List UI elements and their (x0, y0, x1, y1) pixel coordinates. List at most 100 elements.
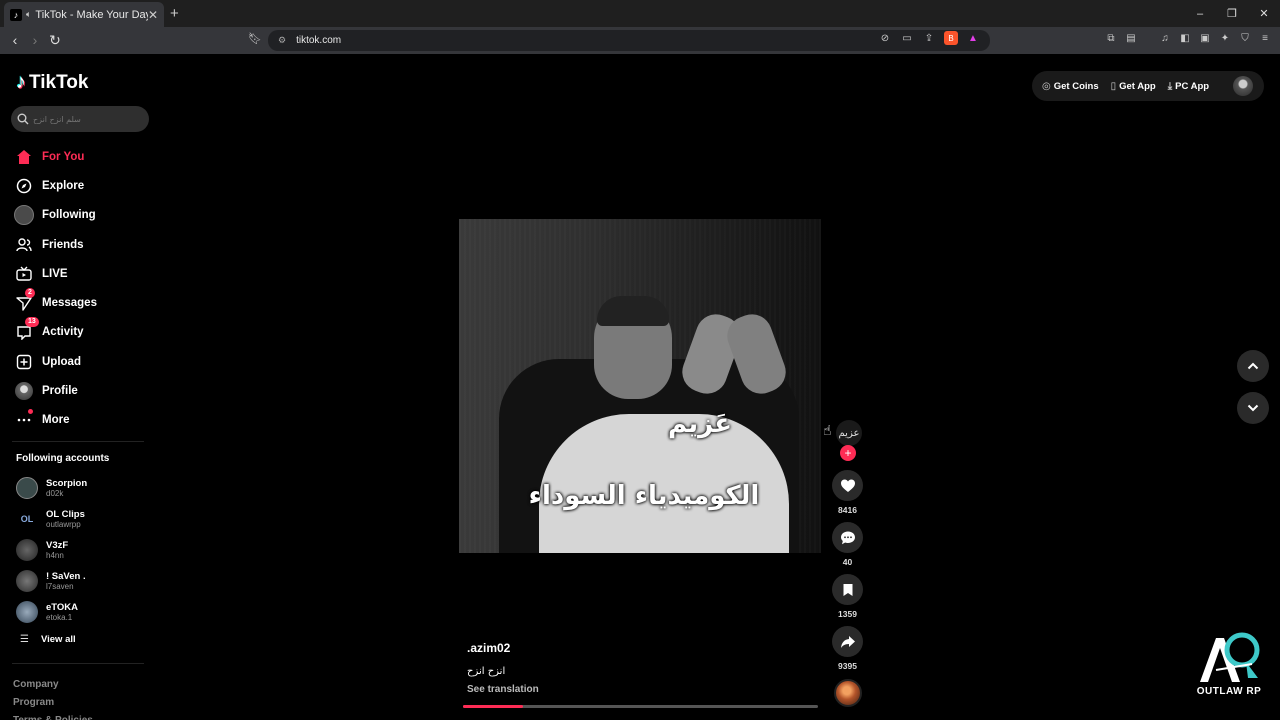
forward-icon[interactable]: › (26, 31, 44, 49)
nav-item-explore[interactable]: Explore (14, 171, 154, 200)
leo-ai-icon[interactable]: ✦ (1218, 31, 1232, 45)
messages-badge: 2 (25, 288, 35, 299)
account-item[interactable]: OL OL Clips outlawrpp (16, 504, 156, 535)
tiktok-page: ♪ TikTok For You Explore Following (0, 54, 1280, 720)
account-item[interactable]: V3zF h4nn (16, 535, 156, 566)
tab-close-icon[interactable]: ✕ (148, 8, 158, 22)
sidebar-nav: For You Explore Following Friends LIVE 2… (14, 142, 154, 435)
pc-app-label: PC App (1175, 80, 1210, 92)
like-button[interactable] (832, 470, 863, 501)
brave-rewards-icon[interactable]: ▲ (966, 31, 980, 45)
back-icon[interactable]: ‹ (6, 31, 24, 49)
home-icon (14, 147, 34, 167)
account-name: Scorpion (46, 478, 88, 490)
account-handle: outlawrpp (46, 520, 81, 530)
next-video-button[interactable] (1237, 392, 1269, 424)
user-avatar[interactable] (1233, 76, 1253, 96)
follow-plus-icon[interactable]: + (840, 445, 856, 461)
share-arrow-icon (840, 635, 855, 648)
browser-tab[interactable]: ♪ 🔈︎ TikTok - Make Your Day ✕ (4, 2, 164, 27)
nav-item-for-you[interactable]: For You (14, 142, 154, 171)
see-translation-button[interactable]: See translation (467, 684, 539, 695)
video-progress-bar[interactable] (463, 705, 818, 708)
following-accounts-title: Following accounts (16, 453, 110, 464)
nav-item-activity[interactable]: 13 Activity (14, 317, 154, 347)
footer-link-terms[interactable]: Terms & Policies (13, 712, 93, 720)
nav-label: For You (42, 150, 85, 163)
tiktok-note-icon: ♪ (16, 71, 26, 93)
footer-link-company[interactable]: Company (13, 676, 93, 694)
vpn-shield-icon[interactable]: ⛉ (1238, 31, 1252, 45)
comment-button[interactable] (832, 522, 863, 553)
sidebar-divider (12, 663, 144, 664)
share-icon[interactable]: ⇪ (922, 31, 936, 45)
get-coins-button[interactable]: ◎ Get Coins (1042, 81, 1099, 92)
bookmark-icon[interactable]: 🔖︎ (248, 32, 262, 45)
close-window-icon[interactable]: ✕ (1248, 0, 1280, 27)
video-author[interactable]: .azim02 (467, 641, 510, 655)
footer-links: Company Program Terms & Policies (13, 676, 93, 720)
translate-icon[interactable]: ⊘ (878, 31, 892, 45)
outlaw-logo-icon (1200, 632, 1260, 682)
coin-icon: ◎ (1042, 80, 1051, 92)
footer-link-program[interactable]: Program (13, 694, 93, 712)
nav-label: More (42, 414, 70, 427)
wallet-icon[interactable]: ▣ (1198, 31, 1212, 45)
speaker-icon[interactable]: 🔈︎ (26, 9, 31, 20)
more-dots-icon (14, 409, 34, 430)
account-item[interactable]: Scorpion d02k (16, 473, 156, 504)
account-item[interactable]: ! SaVen . l7saven (16, 565, 156, 596)
music-disc[interactable] (834, 679, 862, 707)
sidebar-icon[interactable]: ◧ (1178, 31, 1192, 45)
restore-icon[interactable]: ❐ (1216, 0, 1248, 27)
upload-plus-icon (14, 352, 34, 372)
pc-app-button[interactable]: ⤓ PC App (1168, 81, 1209, 92)
save-count: 1359 (838, 609, 857, 619)
video-player[interactable]: عَزيم الكوميدياء السوداء (459, 219, 821, 553)
new-tab-icon[interactable]: + (170, 5, 179, 22)
account-avatar (16, 538, 38, 561)
account-name: V3zF (46, 539, 69, 551)
address-bar-icons: ⊘ ▭ ⇪ B ▲ (878, 31, 980, 45)
previous-video-button[interactable] (1237, 350, 1269, 382)
nav-item-upload[interactable]: Upload (14, 347, 154, 376)
logo-text: TikTok (29, 71, 89, 93)
get-app-button[interactable]: ▯ Get App (1111, 81, 1156, 92)
nav-item-messages[interactable]: 2 Messages (14, 288, 154, 317)
get-app-label: Get App (1119, 80, 1156, 92)
chevron-up-icon (1247, 362, 1259, 370)
search-input[interactable] (33, 114, 143, 124)
account-avatar (16, 569, 38, 592)
video-person-hair (597, 296, 669, 326)
tiktok-logo[interactable]: ♪ TikTok (16, 71, 88, 94)
brave-shields-icon[interactable]: B (944, 31, 958, 45)
video-description: انزح انزح (467, 666, 506, 677)
site-info-icon[interactable]: ⚙ (278, 35, 286, 46)
like-action: 8416 (832, 470, 863, 515)
compass-icon (14, 176, 34, 196)
share-button[interactable] (832, 626, 863, 657)
sidebar-divider (12, 441, 144, 442)
tiktok-favicon-icon: ♪ (10, 8, 22, 21)
extensions-icon[interactable]: ⧉ (1104, 31, 1118, 45)
creator-avatar[interactable]: عزيم (836, 420, 862, 446)
nav-item-more[interactable]: More (14, 406, 154, 435)
minimize-icon[interactable]: – (1184, 0, 1216, 27)
nav-label: LIVE (42, 267, 68, 280)
search-box[interactable] (11, 106, 149, 132)
nav-item-profile[interactable]: Profile (14, 376, 154, 405)
reader-icon[interactable]: ▤ (1124, 31, 1138, 45)
music-icon[interactable]: ♫ (1158, 31, 1172, 45)
nav-item-friends[interactable]: Friends (14, 230, 154, 259)
nav-item-live[interactable]: LIVE (14, 259, 154, 288)
account-item[interactable]: eTOKA etoka.1 (16, 596, 156, 627)
reload-icon[interactable]: ↻ (46, 31, 64, 49)
menu-icon[interactable]: ≡ (1258, 31, 1272, 45)
search-icon[interactable] (16, 112, 30, 126)
account-handle: l7saven (46, 581, 74, 591)
cast-icon[interactable]: ▭ (900, 31, 914, 45)
nav-item-following[interactable]: Following (14, 201, 154, 230)
save-button[interactable] (832, 574, 863, 605)
following-accounts-list: Scorpion d02k OL OL Clips outlawrpp V3zF… (16, 473, 156, 627)
view-all-button[interactable]: ☰ View all (20, 634, 76, 645)
